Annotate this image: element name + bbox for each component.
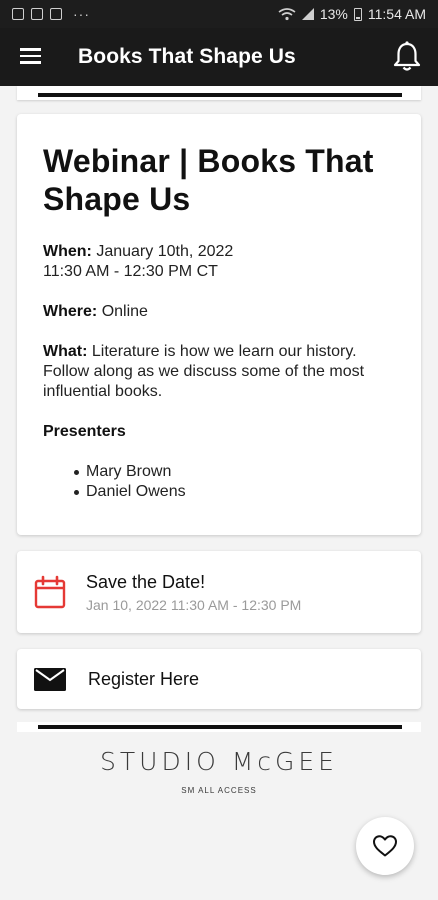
logo-subtext: SM ALL ACCESS bbox=[181, 786, 257, 795]
calendar-notification-icon bbox=[50, 8, 62, 20]
presenters-heading: Presenters bbox=[43, 423, 126, 440]
list-item: Mary Brown bbox=[74, 462, 395, 482]
where-section: Where: Online bbox=[43, 302, 395, 322]
register-label: Register Here bbox=[88, 669, 200, 689]
app-bar: Books That Shape Us bbox=[0, 28, 438, 86]
save-date-title: Save the Date! bbox=[86, 572, 206, 592]
save-the-date-button[interactable]: Save the Date! Jan 10, 2022 11:30 AM - 1… bbox=[17, 551, 421, 633]
save-date-subtitle: Jan 10, 2022 11:30 AM - 12:30 PM bbox=[86, 597, 302, 613]
bell-icon[interactable] bbox=[390, 40, 424, 74]
when-date: January 10th, 2022 bbox=[96, 243, 234, 260]
calendar-icon bbox=[34, 575, 66, 609]
when-time: 11:30 AM - 12:30 PM CT bbox=[43, 263, 218, 280]
wifi-icon bbox=[278, 7, 296, 20]
when-section: When: January 10th, 2022 11:30 AM - 12:3… bbox=[43, 242, 395, 282]
more-notifications-icon: ··· bbox=[73, 6, 90, 22]
section-divider bbox=[38, 93, 402, 97]
where-value: Online bbox=[101, 303, 148, 320]
battery-icon bbox=[353, 7, 362, 21]
battery-percent: 13% bbox=[319, 6, 348, 22]
status-bar: ··· 13% 11:54 AM bbox=[0, 0, 438, 28]
heart-icon bbox=[373, 835, 397, 857]
event-info: When: January 10th, 2022 11:30 AM - 12:3… bbox=[43, 242, 395, 502]
notification-icons: ··· bbox=[12, 6, 90, 22]
favorite-button[interactable] bbox=[356, 817, 414, 875]
mail-icon bbox=[34, 668, 66, 691]
section-divider bbox=[38, 725, 402, 729]
gallery-notification-icon bbox=[12, 8, 24, 20]
hamburger-menu-icon[interactable] bbox=[20, 48, 41, 64]
presenters-list: Mary Brown Daniel Owens bbox=[43, 462, 395, 502]
event-details-card: Webinar | Books That Shape Us When: Janu… bbox=[17, 114, 421, 535]
register-button[interactable]: Register Here bbox=[17, 649, 421, 709]
what-label: What: bbox=[43, 343, 88, 360]
event-title: Webinar | Books That Shape Us bbox=[43, 143, 374, 217]
where-label: Where: bbox=[43, 303, 98, 320]
what-value: Literature is how we learn our history. … bbox=[43, 343, 365, 400]
image-notification-icon bbox=[31, 8, 43, 20]
when-label: When: bbox=[43, 243, 92, 260]
system-status: 13% 11:54 AM bbox=[278, 6, 426, 22]
studio-mcgee-logo: STUDIO McGEE bbox=[100, 747, 338, 776]
what-section: What: Literature is how we learn our his… bbox=[43, 342, 395, 402]
list-item: Daniel Owens bbox=[74, 482, 395, 502]
signal-icon bbox=[301, 8, 314, 20]
clock: 11:54 AM bbox=[367, 6, 426, 22]
page-title: Books That Shape Us bbox=[78, 45, 296, 68]
